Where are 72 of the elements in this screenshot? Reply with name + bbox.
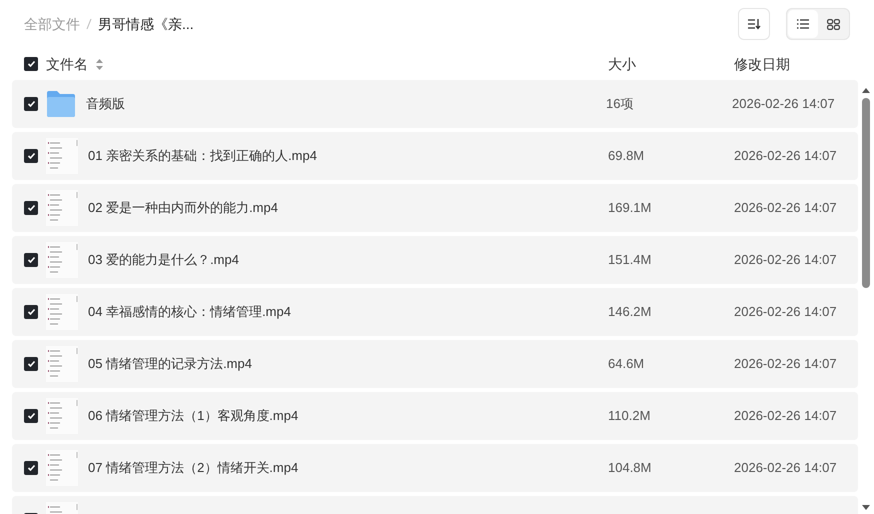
scrollbar-thumb[interactable] <box>862 98 870 288</box>
scroll-down-icon[interactable] <box>861 504 871 512</box>
grid-icon <box>826 18 840 30</box>
current-folder-title: 男哥情感《亲... <box>98 14 194 34</box>
file-size: 16项 <box>606 95 634 114</box>
check-icon <box>26 100 36 108</box>
file-size: 64.6M <box>608 355 644 374</box>
list-view-button[interactable] <box>788 10 818 38</box>
checkbox[interactable] <box>24 461 38 475</box>
file-row[interactable]: 02 爱是一种由内而外的能力.mp4 169.1M 2026-02-26 14:07 <box>12 184 858 232</box>
list-icon <box>797 19 809 29</box>
file-size: 110.2M <box>608 407 650 426</box>
file-name[interactable]: 05 情绪管理的记录方法.mp4 <box>88 354 252 374</box>
file-size: 104.8M <box>608 459 652 478</box>
file-row[interactable]: 音频版 16项 2026-02-26 14:07 <box>12 80 858 128</box>
checkbox[interactable] <box>24 57 38 71</box>
check-icon <box>26 152 36 160</box>
video-thumbnail-drawing <box>46 190 78 226</box>
column-header[interactable]: 文件名 <box>46 54 88 74</box>
checkbox[interactable] <box>24 97 38 111</box>
check-icon <box>26 360 36 368</box>
sort-icon <box>747 18 761 30</box>
video-thumbnail-drawing <box>46 450 78 486</box>
sort-button[interactable] <box>738 8 770 40</box>
check-icon <box>26 60 36 68</box>
file-name[interactable]: 02 爱是一种由内而外的能力.mp4 <box>88 198 278 218</box>
checkbox[interactable] <box>24 253 38 267</box>
modified-date: 2026-02-26 14:07 <box>734 355 837 374</box>
modified-date: 2026-02-26 14:07 <box>734 459 837 478</box>
file-row[interactable]: 04 幸福感情的核心：情绪管理.mp4 146.2M 2026-02-26 14:07 <box>12 288 858 336</box>
file-row[interactable]: 03 爱的能力是什么？.mp4 151.4M 2026-02-26 14:07 <box>12 236 858 284</box>
file-name[interactable]: 07 情绪管理方法（2）情绪开关.mp4 <box>88 458 298 478</box>
check-icon <box>26 412 36 420</box>
file-name[interactable]: 音频版 <box>86 94 125 114</box>
file-size: 69.8M <box>608 147 644 166</box>
separator-icon <box>86 18 92 30</box>
video-thumbnail-drawing <box>46 294 78 330</box>
file-row[interactable]: 06 情绪管理方法（1）客观角度.mp4 110.2M 2026-02-26 14:07 <box>12 392 858 440</box>
modified-date: 2026-02-26 14:07 <box>732 95 835 114</box>
file-size: 151.4M <box>608 251 652 270</box>
check-icon <box>26 464 36 472</box>
check-icon <box>26 256 36 264</box>
sort-toggle-icon[interactable] <box>96 58 103 70</box>
file-name[interactable]: 03 爱的能力是什么？.mp4 <box>88 250 239 270</box>
modified-date: 2026-02-26 14:07 <box>734 407 837 426</box>
column-header[interactable]: 修改日期 <box>734 54 790 74</box>
video-thumbnail-drawing <box>46 346 78 382</box>
folder-icon <box>46 90 76 118</box>
file-row[interactable]: 07 情绪管理方法（2）情绪开关.mp4 104.8M 2026-02-26 14:07 <box>12 444 858 492</box>
check-icon <box>26 204 36 212</box>
video-thumbnail-drawing <box>46 242 78 278</box>
file-row[interactable]: 01 亲密关系的基础：找到正确的人.mp4 69.8M 2026-02-26 14:07 <box>12 132 858 180</box>
file-name[interactable]: 06 情绪管理方法（1）客观角度.mp4 <box>88 406 298 426</box>
file-size: 146.2M <box>608 303 652 322</box>
checkbox[interactable] <box>24 357 38 371</box>
file-row[interactable]: 05 情绪管理的记录方法.mp4 64.6M 2026-02-26 14:07 <box>12 340 858 388</box>
modified-date: 2026-02-26 14:07 <box>734 199 837 218</box>
video-thumbnail-drawing <box>46 138 78 174</box>
file-name[interactable]: 01 亲密关系的基础：找到正确的人.mp4 <box>88 146 317 166</box>
checkbox[interactable] <box>24 409 38 423</box>
checkbox[interactable] <box>24 305 38 319</box>
checkbox[interactable] <box>24 201 38 215</box>
column-header[interactable]: 大小 <box>608 54 734 74</box>
modified-date: 2026-02-26 14:07 <box>734 147 837 166</box>
check-icon <box>26 308 36 316</box>
modified-date: 2026-02-26 14:07 <box>734 303 837 322</box>
video-thumbnail-drawing <box>46 398 78 434</box>
modified-date: 2026-02-26 14:07 <box>734 251 837 270</box>
file-name[interactable]: 04 幸福感情的核心：情绪管理.mp4 <box>88 302 291 322</box>
checkbox[interactable] <box>24 149 38 163</box>
file-size: 169.1M <box>608 199 652 218</box>
scroll-up-icon[interactable] <box>861 86 871 94</box>
